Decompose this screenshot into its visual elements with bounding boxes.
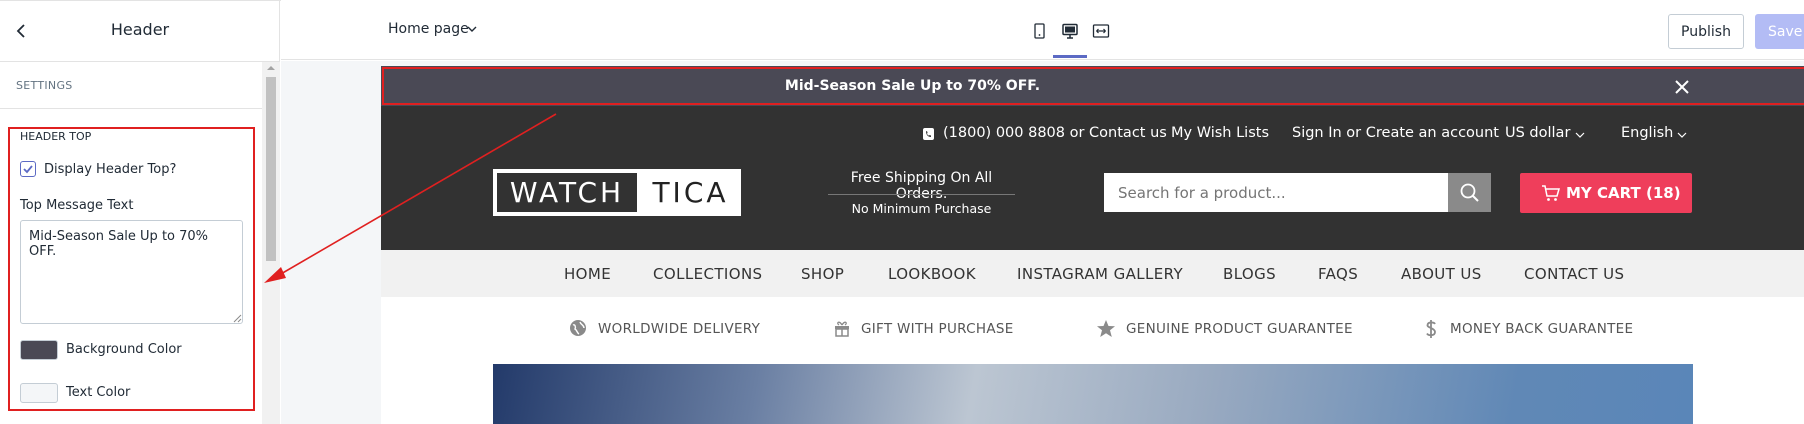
background-color-label: Background Color [66, 342, 182, 357]
wishlist-link[interactable]: My Wish Lists [1171, 125, 1269, 141]
chevron-down-icon[interactable] [1676, 130, 1688, 140]
cart-label: MY CART (18) [1566, 184, 1681, 202]
top-message-label: Top Message Text [20, 198, 134, 213]
search-input[interactable] [1104, 173, 1448, 212]
top-message-textarea[interactable] [20, 220, 243, 324]
back-arrow-icon[interactable] [12, 20, 32, 42]
panel-title: Header [110, 20, 170, 39]
nav-item-shop[interactable]: SHOP [801, 265, 844, 283]
desktop-icon[interactable] [1061, 22, 1079, 40]
nav-item-home[interactable]: HOME [564, 265, 611, 283]
display-header-top-label: Display Header Top? [44, 162, 177, 177]
cart-icon [1542, 185, 1560, 201]
announcement-highlight-box [382, 67, 1804, 105]
feature-gift-with-purchase: GIFT WITH PURCHASE [861, 321, 1014, 337]
nav-item-blogs[interactable]: BLOGS [1223, 265, 1276, 283]
dollar-icon [1426, 320, 1436, 338]
shipping-title: Free Shipping On All Orders. [850, 170, 993, 202]
phone-contact-link[interactable]: (1800) 000 8808 or Contact us [943, 125, 1167, 141]
feature-worldwide-delivery: WORLDWIDE DELIVERY [598, 321, 761, 337]
logo-text-right: TICA [652, 176, 729, 209]
nav-item-lookbook[interactable]: LOOKBOOK [888, 265, 976, 283]
save-button[interactable]: Save [1755, 14, 1804, 49]
scroll-up-icon[interactable] [266, 64, 276, 72]
check-icon [23, 165, 33, 174]
display-header-top-checkbox[interactable] [20, 161, 36, 177]
divider [0, 108, 262, 109]
nav-item-contact-us[interactable]: CONTACT US [1524, 265, 1624, 283]
gift-icon [835, 321, 849, 337]
header-top-label: HEADER TOP [20, 130, 92, 143]
logo-text-left: WATCH [497, 173, 637, 212]
publish-button[interactable]: Publish [1668, 14, 1744, 49]
search-button[interactable] [1448, 173, 1491, 212]
scrollbar-thumb[interactable] [266, 77, 276, 261]
currency-select[interactable]: US dollar [1505, 125, 1570, 141]
background-color-swatch[interactable] [20, 340, 58, 360]
page-select[interactable]: Home page [388, 21, 469, 37]
active-device-indicator [1053, 55, 1087, 58]
divider [828, 194, 1015, 195]
feature-genuine-product: GENUINE PRODUCT GUARANTEE [1126, 321, 1353, 337]
nav-item-instagram-gallery[interactable]: INSTAGRAM GALLERY [1017, 265, 1183, 283]
resize-grip-icon[interactable] [233, 314, 242, 323]
shipping-subtitle: No Minimum Purchase [851, 201, 992, 216]
feature-money-back: MONEY BACK GUARANTEE [1450, 321, 1634, 337]
nav-item-collections[interactable]: COLLECTIONS [653, 265, 762, 283]
hero-banner [493, 364, 1693, 424]
nav-item-faqs[interactable]: FAQS [1318, 265, 1358, 283]
mobile-icon[interactable] [1030, 22, 1048, 40]
settings-section-label: SETTINGS [16, 79, 73, 92]
nav-item-about-us[interactable]: ABOUT US [1401, 265, 1482, 283]
globe-icon [570, 320, 586, 336]
language-select[interactable]: English [1621, 125, 1673, 141]
account-link[interactable]: Sign In or Create an account [1292, 125, 1499, 141]
chevron-down-icon[interactable] [466, 24, 478, 34]
text-color-label: Text Color [66, 385, 131, 400]
fullscreen-icon[interactable] [1092, 22, 1110, 40]
chevron-down-icon[interactable] [1574, 130, 1586, 140]
star-icon [1097, 320, 1115, 337]
search-icon [1460, 183, 1479, 202]
phone-icon [923, 128, 934, 140]
text-color-swatch[interactable] [20, 383, 58, 403]
